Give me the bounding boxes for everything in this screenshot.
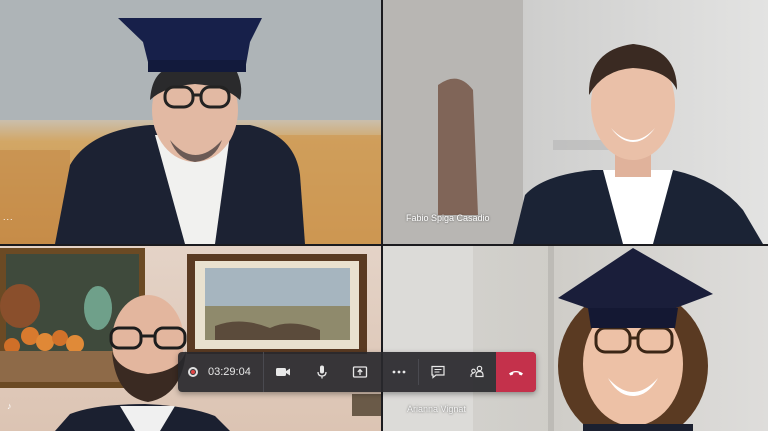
chat-button[interactable] <box>419 352 458 392</box>
hang-up-icon <box>509 371 524 376</box>
video-tile-participant-1[interactable]: ... <box>0 0 381 244</box>
more-options-icon <box>392 370 406 374</box>
video-tile-participant-3[interactable]: ♪ <box>0 246 381 431</box>
share-screen-icon <box>353 366 368 378</box>
meeting-stage: ... Fabio Spiga Casadio ♪ Arianna Vignat… <box>0 0 768 431</box>
overflow-dots[interactable]: ... <box>3 212 14 222</box>
participant-3-video <box>0 248 381 431</box>
share-screen-button[interactable] <box>341 352 380 392</box>
participant-2-video <box>383 0 763 244</box>
hang-up-button[interactable] <box>496 352 536 392</box>
microphone-icon <box>317 365 327 379</box>
more-options-button[interactable] <box>380 352 419 392</box>
call-timer: 03:29:04 <box>208 366 251 378</box>
camera-button[interactable] <box>264 352 303 392</box>
video-tile-participant-4[interactable]: Arianna Vignat <box>383 246 768 431</box>
participant-1-video <box>0 0 381 244</box>
participant-name-label: Arianna Vignat <box>407 404 466 414</box>
mic-muted-icon: ♪ <box>7 401 12 411</box>
microphone-button[interactable] <box>302 352 341 392</box>
participants-button[interactable] <box>458 352 497 392</box>
participants-icon <box>470 365 484 378</box>
call-control-toolbar: 03:29:04 <box>178 352 536 392</box>
participant-name-label: Fabio Spiga Casadio <box>406 213 490 223</box>
recording-indicator: 03:29:04 <box>178 352 264 392</box>
chat-icon <box>431 365 445 379</box>
record-icon <box>188 367 198 377</box>
video-tile-participant-2[interactable]: Fabio Spiga Casadio <box>383 0 768 244</box>
video-camera-icon <box>276 368 291 376</box>
